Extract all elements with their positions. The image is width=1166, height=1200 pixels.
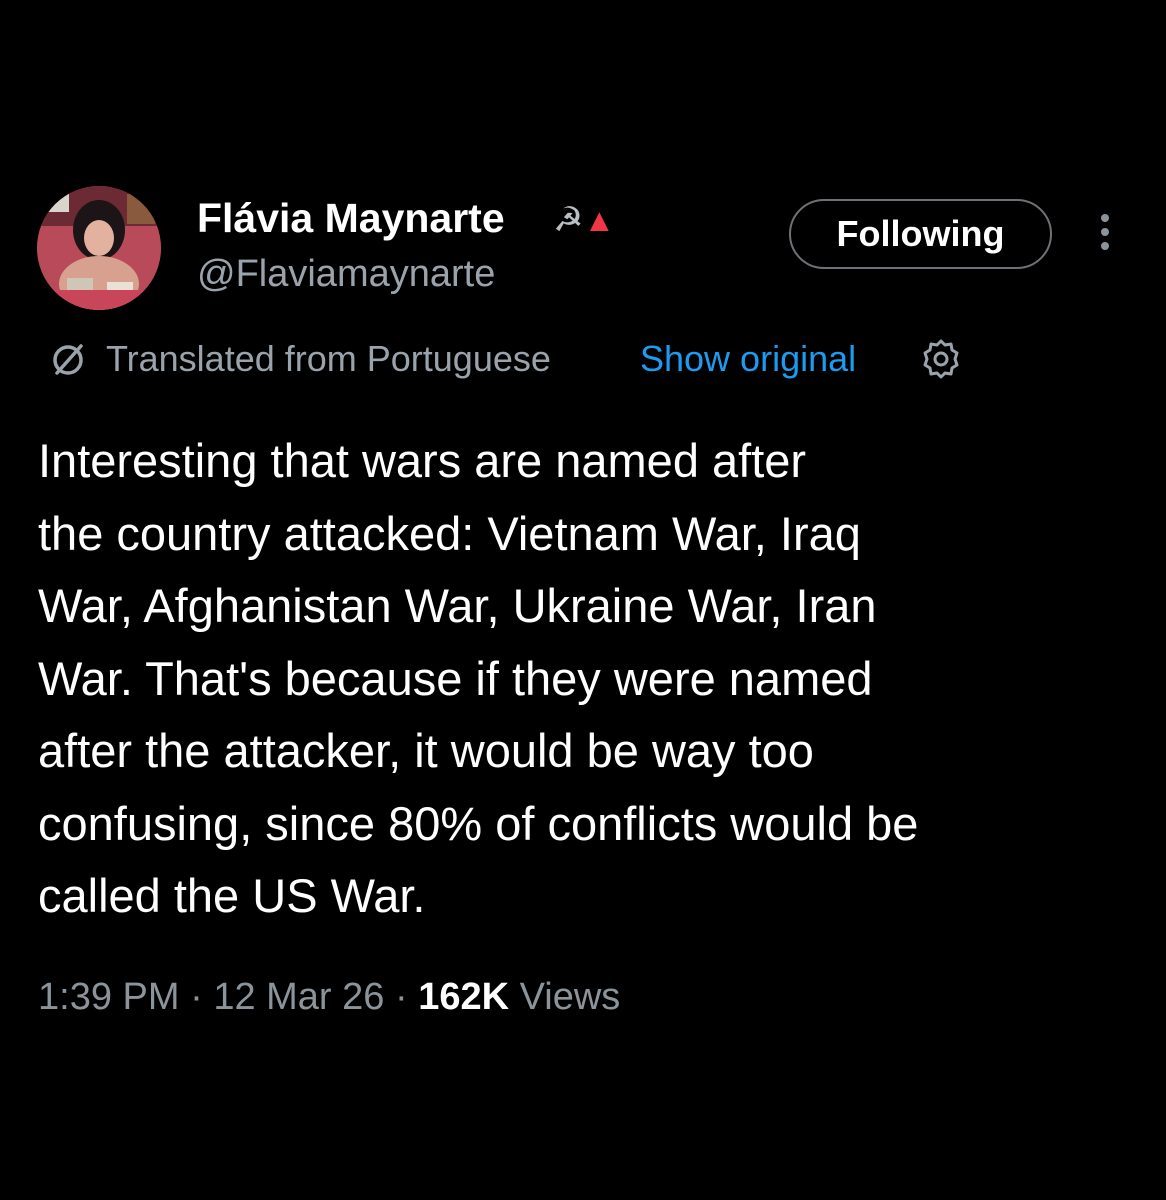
avatar[interactable]: [37, 186, 161, 310]
views-label: Views: [509, 976, 621, 1018]
avatar-image: [37, 186, 161, 310]
tweet-line: the country attacked: Vietnam War, Iraq: [38, 506, 861, 560]
views-count[interactable]: 162K: [418, 976, 509, 1018]
hammer-sickle-icon: ☭: [553, 201, 584, 239]
tweet-meta: 1:39 PM · 12 Mar 26 · 162K Views: [38, 973, 620, 1021]
following-button[interactable]: Following: [789, 199, 1052, 269]
user-handle[interactable]: @Flaviamaynarte: [197, 252, 495, 296]
meta-separator: ·: [384, 976, 419, 1018]
tweet-text: Interesting that wars are named after th…: [38, 425, 1128, 933]
tweet-time[interactable]: 1:39 PM: [38, 976, 180, 1018]
tweet-line: after the attacker, it would be way too: [38, 724, 814, 777]
red-triangle-icon: ▲: [583, 202, 616, 238]
translate-icon: [53, 344, 83, 375]
tweet-line: War. That's because if they were named: [38, 651, 873, 705]
name-emoji: ☭▲: [553, 200, 615, 240]
tweet-line: Interesting that wars are named after: [38, 434, 807, 487]
meta-separator: ·: [179, 976, 214, 1018]
tweet-line: War, Afghanistan War, Ukraine War, Iran: [38, 579, 877, 632]
more-icon[interactable]: [1093, 214, 1117, 258]
display-name[interactable]: Flávia Maynarte: [197, 194, 505, 242]
tweet-date[interactable]: 12 Mar 26: [213, 976, 384, 1018]
show-original-link[interactable]: Show original: [640, 336, 856, 382]
settings-icon[interactable]: [918, 336, 964, 382]
tweet-line: confusing, since 80% of conflicts would …: [38, 796, 919, 850]
tweet-line: called the US War.: [38, 869, 426, 922]
translated-label: Translated from Portuguese: [106, 338, 551, 379]
tweet-card: Flávia Maynarte ☭▲ @Flaviamaynarte Follo…: [0, 0, 1166, 1200]
